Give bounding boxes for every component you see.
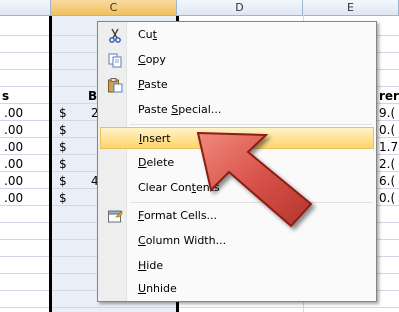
column-header-e[interactable]: E (303, 0, 399, 15)
menu-item-copy[interactable]: Copy (100, 49, 374, 71)
cell-header-right[interactable]: rer (379, 88, 399, 105)
cell-left-value[interactable]: .00 (4, 122, 23, 139)
cell-dollar[interactable]: $ (59, 122, 67, 139)
cell-left-value[interactable]: .00 (4, 105, 23, 122)
menu-item-label: Unhide (138, 282, 177, 295)
selection-border-left (49, 16, 52, 312)
cell-dollar[interactable]: $ (59, 173, 67, 190)
gridline (0, 307, 399, 308)
column-header-d-label: D (235, 1, 244, 14)
cell-right-value[interactable]: 9.( (379, 105, 395, 122)
menu-item-unhide[interactable]: Unhide (100, 278, 374, 300)
context-menu: Cut Copy Paste Paste Special... Insert D… (97, 21, 377, 302)
cell-dollar[interactable]: $ (59, 105, 67, 122)
cell-right-value[interactable]: 1.7 (379, 139, 398, 156)
menu-item-insert[interactable]: Insert (100, 127, 374, 149)
cell-right-value[interactable]: 2.( (379, 156, 395, 173)
column-header-b[interactable] (0, 0, 51, 15)
cell-left-value[interactable]: .00 (4, 173, 23, 190)
column-header-c-label: C (109, 1, 118, 14)
menu-item-label: Column Width... (138, 234, 227, 247)
cell-left-value[interactable]: .00 (4, 156, 23, 173)
menu-item-label: Insert (139, 132, 171, 145)
menu-item-label: Copy (138, 53, 166, 66)
cell-right-value[interactable]: 6.( (379, 173, 395, 190)
column-header-d[interactable]: D (177, 0, 303, 15)
paste-icon (107, 77, 123, 93)
menu-item-column-width[interactable]: Column Width... (100, 230, 374, 252)
cell-right-value[interactable]: 0.( (379, 122, 395, 139)
cell-right-value[interactable]: 0.( (379, 190, 395, 207)
menu-item-label: Format Cells... (138, 209, 218, 222)
cell-dollar[interactable]: $ (59, 190, 67, 207)
cell-dollar[interactable]: $ (59, 156, 67, 173)
menu-item-cut[interactable]: Cut (100, 24, 374, 46)
menu-item-label: Delete (138, 156, 175, 169)
menu-item-label: Paste Special... (138, 103, 222, 116)
menu-item-clear-contents[interactable]: Clear Contents (100, 177, 374, 199)
copy-icon (107, 52, 123, 68)
cell-header-b[interactable]: B (88, 88, 97, 105)
cell-dollar[interactable]: $ (59, 139, 67, 156)
menu-item-hide[interactable]: Hide (100, 255, 374, 277)
menu-separator (130, 124, 372, 125)
menu-item-paste[interactable]: Paste (100, 74, 374, 96)
cell-header-left[interactable]: s (2, 88, 9, 105)
menu-item-label: Paste (138, 78, 168, 91)
menu-item-label: Hide (138, 259, 164, 272)
menu-item-paste-special[interactable]: Paste Special... (100, 99, 374, 121)
column-header-c[interactable]: C (51, 0, 177, 15)
menu-item-delete[interactable]: Delete (100, 152, 374, 174)
format-cells-icon (107, 208, 123, 224)
cell-left-value[interactable]: .00 (4, 139, 23, 156)
menu-item-label: Clear Contents (138, 181, 220, 194)
menu-item-format-cells[interactable]: Format Cells... (100, 205, 374, 227)
column-header-e-label: E (347, 1, 354, 14)
scissors-icon (107, 27, 123, 43)
menu-item-label: Cut (138, 28, 157, 41)
menu-separator (130, 202, 372, 203)
cell-left-value[interactable]: .00 (4, 190, 23, 207)
